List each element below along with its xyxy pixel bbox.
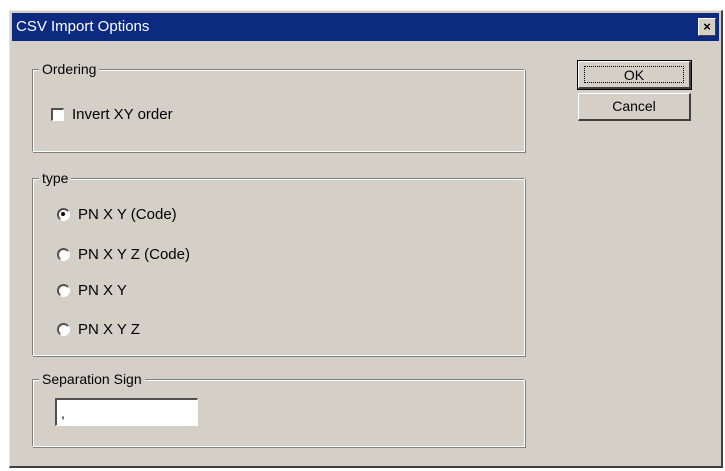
type-option-label: PN X Y (Code) xyxy=(78,206,177,223)
cancel-button-label: Cancel xyxy=(612,98,656,114)
type-radio-pn-x-y-code[interactable] xyxy=(57,208,70,221)
dialog-title: CSV Import Options xyxy=(16,18,150,35)
close-icon: × xyxy=(703,19,711,34)
type-option-pn-x-y-code[interactable]: PN X Y (Code) xyxy=(57,206,177,224)
cancel-button[interactable]: Cancel xyxy=(578,93,691,121)
type-option-pn-x-y[interactable]: PN X Y xyxy=(57,282,127,300)
type-radio-pn-x-y[interactable] xyxy=(57,284,70,297)
close-button[interactable]: × xyxy=(698,18,716,36)
title-bar[interactable]: CSV Import Options × xyxy=(12,13,719,41)
ordering-group: Ordering Invert XY order xyxy=(32,60,525,152)
type-option-label: PN X Y Z (Code) xyxy=(78,246,190,263)
csv-import-options-dialog: CSV Import Options × Ordering Invert XY … xyxy=(9,10,723,468)
type-group: type PN X Y (Code) PN X Y Z (Code) PN X … xyxy=(32,169,525,356)
invert-xy-checkbox[interactable] xyxy=(51,108,64,121)
type-option-label: PN X Y xyxy=(78,282,127,299)
separation-sign-group: Separation Sign xyxy=(32,370,525,447)
invert-xy-label: Invert XY order xyxy=(72,106,173,123)
type-radio-pn-x-y-z[interactable] xyxy=(57,323,70,336)
ok-button[interactable]: OK xyxy=(577,60,692,90)
type-option-label: PN X Y Z xyxy=(78,321,140,338)
type-group-label: type xyxy=(39,169,72,187)
separation-sign-label: Separation Sign xyxy=(39,370,145,388)
invert-xy-checkbox-row[interactable]: Invert XY order xyxy=(51,106,173,124)
type-option-pn-x-y-z-code[interactable]: PN X Y Z (Code) xyxy=(57,246,190,264)
type-radio-pn-x-y-z-code[interactable] xyxy=(57,248,70,261)
ok-button-label: OK xyxy=(584,66,684,83)
separation-sign-input[interactable] xyxy=(55,398,198,426)
type-option-pn-x-y-z[interactable]: PN X Y Z xyxy=(57,321,140,339)
ordering-group-label: Ordering xyxy=(39,60,100,78)
